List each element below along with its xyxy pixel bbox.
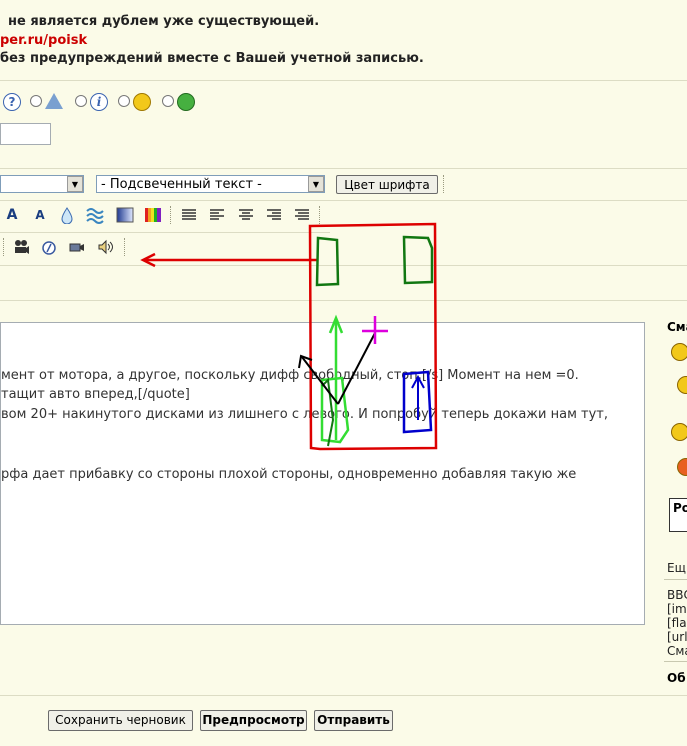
sidebar-box-label: Ро [673, 501, 687, 515]
align-right-icon[interactable] [265, 206, 283, 224]
bbcode-item: [fla [667, 616, 687, 630]
rainbow-icon[interactable] [144, 206, 162, 224]
divider [664, 661, 687, 662]
smiley-icon[interactable] [671, 423, 687, 441]
font-select[interactable]: ▼ [0, 175, 84, 193]
bbcode-item: [im [667, 602, 687, 616]
separator [443, 175, 445, 193]
preview-button[interactable]: Предпросмотр [200, 710, 307, 731]
annotation-darkgreen-box-left [315, 236, 340, 287]
divider [0, 232, 330, 233]
bbcode-item: Сма [667, 644, 687, 658]
question-icon[interactable]: ? [3, 93, 21, 111]
justify-icon[interactable] [180, 206, 198, 224]
align-left-icon[interactable] [208, 206, 226, 224]
bbcode-item: ВВС [667, 588, 687, 602]
search-link[interactable]: per.ru/poisk [0, 33, 87, 48]
more-link[interactable]: Ещ [667, 561, 686, 575]
divider [0, 168, 687, 169]
highlight-select[interactable]: - Подсвеченный текст - ▼ [96, 175, 325, 193]
video-icon[interactable] [68, 238, 86, 256]
font-color-button[interactable]: Цвет шрифта [336, 175, 438, 194]
font-size-small-icon[interactable]: A [31, 206, 49, 224]
divider [0, 265, 687, 266]
divider [0, 200, 687, 201]
separator [319, 206, 321, 224]
separator [3, 238, 5, 256]
smiley-icon[interactable] [677, 376, 687, 394]
sidebar-bottom-label: Об [667, 671, 686, 685]
option-input[interactable] [0, 123, 51, 145]
font-size-large-icon[interactable]: A [3, 206, 21, 224]
flash-icon[interactable] [40, 238, 58, 256]
glow-icon[interactable] [58, 206, 76, 225]
film-icon[interactable] [12, 238, 30, 256]
strikethrough-lines-icon[interactable] [293, 206, 311, 224]
smiley-icon[interactable] [671, 343, 687, 361]
message-textarea[interactable]: мент от мотора, а другое, поскольку дифф… [0, 322, 645, 625]
editor-line: мент от мотора, а другое, поскольку дифф… [1, 368, 579, 383]
radio-grin[interactable] [162, 95, 174, 107]
audio-icon[interactable] [96, 238, 114, 256]
notice-line-3: без предупреждений вместе с Вашей учетно… [0, 51, 424, 66]
wave-icon[interactable] [86, 206, 104, 224]
separator [124, 238, 126, 256]
divider [0, 300, 687, 301]
grin-smiley-icon[interactable] [177, 93, 195, 111]
editor-line: тащит авто вперед,[/quote] [1, 387, 190, 402]
annotation-darkgreen-box-right [402, 235, 434, 285]
gradient-icon[interactable] [116, 206, 134, 224]
separator [170, 206, 172, 224]
divider [0, 80, 687, 81]
radio-warning[interactable] [30, 95, 42, 107]
chevron-down-icon[interactable]: ▼ [67, 176, 83, 192]
highlight-select-value: - Подсвеченный текст - [101, 177, 262, 192]
radio-wink[interactable] [118, 95, 130, 107]
editor-line: вом 20+ накинутого дисками из лишнего с … [1, 407, 608, 422]
notice-line-1: не является дублем уже существующей. [8, 14, 320, 29]
divider [0, 695, 687, 696]
submit-button[interactable]: Отправить [314, 710, 393, 731]
save-draft-button[interactable]: Сохранить черновик [48, 710, 193, 731]
align-center-icon[interactable] [237, 206, 255, 224]
smileys-title: Сма [667, 320, 687, 334]
divider [664, 579, 687, 580]
bbcode-help: ВВС [im [fla [url Сма [667, 588, 687, 658]
warning-icon[interactable] [45, 93, 63, 109]
editor-line: рфа дает прибавку со стороны плохой стор… [1, 467, 577, 482]
radio-info[interactable] [75, 95, 87, 107]
chevron-down-icon[interactable]: ▼ [308, 176, 324, 192]
smiley-icon[interactable] [677, 458, 687, 476]
info-icon[interactable]: i [90, 93, 108, 111]
sidebar-box[interactable]: Ро [669, 498, 687, 532]
bbcode-item: [url [667, 630, 687, 644]
wink-smiley-icon[interactable] [133, 93, 151, 111]
